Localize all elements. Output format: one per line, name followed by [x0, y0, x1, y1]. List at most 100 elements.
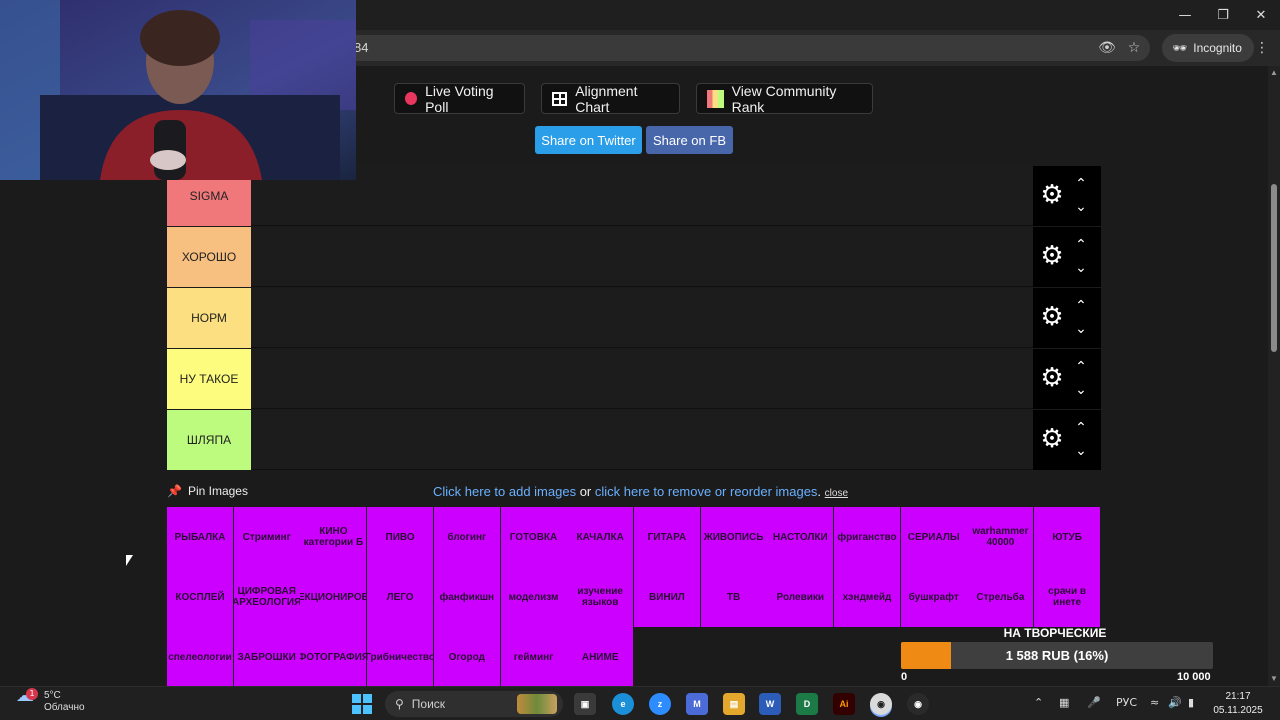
browser-menu-icon[interactable]: ⋮	[1252, 38, 1272, 58]
app-d-icon[interactable]: D	[796, 693, 818, 715]
webcam-overlay	[0, 0, 356, 180]
tier-label[interactable]: НУ ТАКОЕ	[167, 349, 251, 409]
image-bank-item[interactable]: ГИТАРА	[633, 507, 700, 567]
image-bank-item[interactable]: гейминг	[500, 627, 567, 686]
image-bank-item[interactable]: warhammer 40000	[967, 507, 1034, 567]
gear-icon[interactable]: ⚙	[1039, 243, 1065, 269]
image-bank-item[interactable]: бушкрафт	[900, 567, 967, 627]
image-bank-item[interactable]: ПИВО	[367, 507, 434, 567]
obs-icon[interactable]: ◉	[907, 693, 929, 715]
tier-label[interactable]: НОРМ	[167, 288, 251, 348]
scroll-down-icon[interactable]: ▼	[1270, 674, 1278, 683]
image-bank-item[interactable]: КОСПЛЕЙ	[167, 567, 233, 627]
edge-icon[interactable]: e	[612, 693, 634, 715]
image-bank-item[interactable]: фриганство	[834, 507, 900, 567]
gear-icon[interactable]: ⚙	[1039, 182, 1065, 208]
chevron-up-icon[interactable]: ⌃	[1073, 237, 1089, 253]
minimize-button[interactable]: —	[1166, 0, 1204, 30]
donation-max: 10 000	[1177, 671, 1211, 683]
restore-button[interactable]: ❐	[1204, 0, 1242, 30]
tier-controls: ⚙ ⌃ ⌄	[1033, 227, 1101, 287]
word-icon[interactable]: W	[759, 693, 781, 715]
tray-app-icon[interactable]: ▦	[1059, 696, 1069, 709]
image-bank-item[interactable]: ЖИВОПИСЬ	[700, 507, 767, 567]
chevron-down-icon[interactable]: ⌄	[1073, 199, 1089, 215]
chevron-down-icon[interactable]: ⌄	[1073, 321, 1089, 337]
alignment-chart-button[interactable]: Alignment Chart	[541, 83, 680, 115]
chevron-up-icon[interactable]: ⌃	[1073, 298, 1089, 314]
image-bank-item[interactable]: РЫБАЛКА	[167, 507, 233, 567]
bookmark-star-icon[interactable]: ☆	[1124, 38, 1144, 58]
image-bank-item[interactable]: Стрельба	[967, 567, 1034, 627]
image-bank-item[interactable]: срачи в инете	[1034, 567, 1101, 627]
image-bank-item[interactable]: КИНО категории Б	[300, 507, 367, 567]
image-bank-item[interactable]: НАСТОЛКИ	[767, 507, 834, 567]
image-bank-item[interactable]: блогинг	[433, 507, 500, 567]
add-images-link[interactable]: Click here to add images	[433, 484, 576, 499]
share-fb-button[interactable]: Share on FB	[646, 126, 733, 154]
pin-images-toggle[interactable]: 📌 Pin Images	[167, 484, 248, 498]
image-bank-item[interactable]: КАЧАЛКА	[567, 507, 634, 567]
gear-icon[interactable]: ⚙	[1039, 304, 1065, 330]
image-bank-item[interactable]: ЛЕГО	[367, 567, 434, 627]
eye-off-icon[interactable]: 👁	[1097, 38, 1117, 58]
image-bank-item[interactable]: КОЛЛЕКЦИОНИРОВАНИЕ	[300, 567, 367, 627]
image-bank-item[interactable]: ЗАБРОШКИ	[233, 627, 300, 686]
address-bar[interactable]: 84	[340, 35, 1150, 61]
close-window-button[interactable]: ✕	[1242, 0, 1280, 30]
live-voting-poll-button[interactable]: Live Voting Poll	[394, 83, 525, 115]
chevron-up-icon[interactable]: ⌃	[1073, 359, 1089, 375]
image-bank-item[interactable]: изучение языков	[567, 567, 634, 627]
view-community-rank-button[interactable]: View Community Rank	[696, 83, 873, 115]
scroll-up-icon[interactable]: ▲	[1270, 68, 1278, 77]
image-bank-item[interactable]: ВИНИЛ	[633, 567, 700, 627]
scroll-thumb[interactable]	[1271, 184, 1277, 352]
gear-icon[interactable]: ⚙	[1039, 365, 1065, 391]
illustrator-icon[interactable]: Ai	[833, 693, 855, 715]
chevron-up-icon[interactable]: ⌃	[1073, 176, 1089, 192]
taskbar-search[interactable]: ⚲ Поиск	[385, 691, 563, 717]
image-bank-item[interactable]: Ролевики	[767, 567, 834, 627]
wifi-icon[interactable]: ≈	[1150, 696, 1159, 709]
chevron-down-icon[interactable]: ⌄	[1073, 443, 1089, 459]
tier-label[interactable]: ХОРОШО	[167, 227, 251, 287]
incognito-badge[interactable]: 🕶 Incognito	[1162, 34, 1254, 62]
image-bank-item[interactable]: ЦИФРОВАЯ АРХЕОЛОГИЯ	[233, 567, 300, 627]
image-bank-item[interactable]: моделизм	[500, 567, 567, 627]
image-bank-item[interactable]: ЮТУБ	[1034, 507, 1101, 567]
tray-overflow-icon[interactable]: ⌃	[1034, 696, 1043, 709]
weather-widget[interactable]: ☁ 1 5°C Облачно	[16, 687, 85, 714]
share-twitter-button[interactable]: Share on Twitter	[535, 126, 642, 154]
gear-icon[interactable]: ⚙	[1039, 426, 1065, 452]
file-explorer-icon[interactable]: ▤	[723, 693, 745, 715]
volume-icon[interactable]: 🔊	[1168, 696, 1182, 709]
task-view-icon[interactable]: ▣	[574, 693, 596, 715]
image-bank-item[interactable]: Стриминг	[233, 507, 300, 567]
pin-images-row: 📌 Pin Images Click here to add images or…	[167, 483, 1101, 503]
image-bank-item[interactable]: хэндмейд	[834, 567, 900, 627]
chevron-up-icon[interactable]: ⌃	[1073, 420, 1089, 436]
image-bank-item[interactable]: ГОТОВКА	[500, 507, 567, 567]
image-bank-item[interactable]: Огород	[433, 627, 500, 686]
chevron-down-icon[interactable]: ⌄	[1073, 382, 1089, 398]
gallery-icon[interactable]: M	[686, 693, 708, 715]
image-bank-item[interactable]: СЕРИАЛЫ	[900, 507, 967, 567]
image-bank-item[interactable]: Грибничество	[367, 627, 434, 686]
microphone-icon[interactable]: 🎤	[1087, 696, 1101, 709]
image-bank-item[interactable]: АНИМЕ	[567, 627, 634, 686]
language-indicator[interactable]: РУС	[1116, 696, 1137, 709]
battery-icon[interactable]: ▮	[1188, 696, 1194, 709]
zoom-icon[interactable]: z	[649, 693, 671, 715]
image-bank-item[interactable]: ФОТОГРАФИЯ	[300, 627, 367, 686]
tier-label[interactable]: ШЛЯПА	[167, 410, 251, 470]
taskbar-clock[interactable]: 21:17 05.11.2025	[1210, 690, 1266, 718]
chrome-icon[interactable]: ◉	[870, 693, 892, 715]
windows-start-icon[interactable]	[352, 694, 372, 714]
close-link[interactable]: close	[825, 488, 848, 499]
page-scrollbar[interactable]: ▲ ▼	[1268, 66, 1280, 686]
chevron-down-icon[interactable]: ⌄	[1073, 260, 1089, 276]
image-bank-item[interactable]: ТВ	[700, 567, 767, 627]
remove-reorder-images-link[interactable]: click here to remove or reorder images	[595, 484, 818, 499]
image-bank-item[interactable]: спелеологии	[167, 627, 233, 686]
image-bank-item[interactable]: фанфикшн	[433, 567, 500, 627]
